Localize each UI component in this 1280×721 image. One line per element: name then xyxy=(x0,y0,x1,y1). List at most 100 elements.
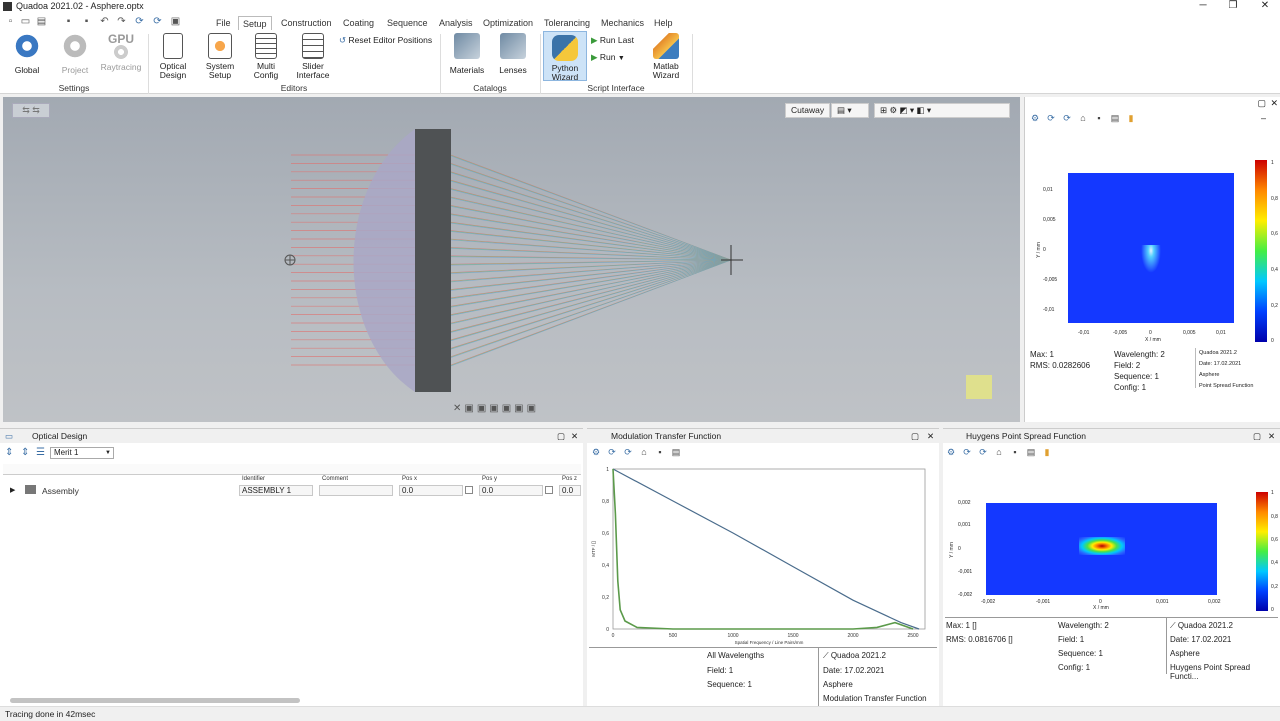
refresh-icon[interactable]: ⟳ xyxy=(134,16,145,27)
tab-setup[interactable]: Setup xyxy=(238,16,272,30)
tab-file[interactable]: File xyxy=(212,16,235,30)
materials-button[interactable]: Materials xyxy=(448,33,486,75)
open-folder-icon[interactable]: ▭ xyxy=(20,16,31,27)
export-icon[interactable]: ▤ xyxy=(1026,447,1036,457)
matlab-wizard-button[interactable]: Matlab Wizard xyxy=(646,33,686,80)
tab-coating[interactable]: Coating xyxy=(339,16,378,30)
minimize-panel-icon[interactable]: – xyxy=(1261,113,1266,123)
posy-var-checkbox[interactable] xyxy=(545,486,553,494)
tab-help[interactable]: Help xyxy=(650,16,677,30)
psf-y-tick: 0,01 xyxy=(1043,187,1053,193)
y-tick-label: 0 xyxy=(606,627,609,633)
global-label: Global xyxy=(14,65,40,75)
restore-button[interactable]: ❐ xyxy=(1218,0,1248,13)
multi-config-button[interactable]: Multi Config xyxy=(248,33,284,80)
run-button[interactable]: ▶ Run ▼ xyxy=(591,52,625,63)
close-panel-icon[interactable]: ✕ xyxy=(1270,98,1278,109)
tab-tolerancing[interactable]: Tolerancing xyxy=(540,16,594,30)
collapse-all-icon[interactable]: ⇕ xyxy=(21,447,29,458)
auto-refresh-icon[interactable]: ⟳ xyxy=(152,16,163,27)
global-settings-button[interactable]: Global xyxy=(8,33,46,75)
colorbar-tick: 1 xyxy=(1271,160,1274,166)
auto-refresh-icon[interactable]: ⟳ xyxy=(978,447,988,457)
save-icon[interactable]: ▪ xyxy=(655,447,665,457)
gpu-raytracing-button[interactable]: GPU Raytracing xyxy=(100,33,142,72)
close-panel-icon[interactable]: ✕ xyxy=(1268,429,1275,443)
psf-heatmap xyxy=(1068,173,1234,323)
recent-files-icon[interactable]: ▤ xyxy=(36,16,47,27)
project-settings-button[interactable]: Project xyxy=(56,33,94,75)
huygens-y-tick: -0,002 xyxy=(958,592,973,598)
ray-segment xyxy=(450,259,732,367)
export-icon[interactable]: ▤ xyxy=(671,447,681,457)
tab-sequence[interactable]: Sequence xyxy=(383,16,432,30)
refresh-icon[interactable]: ⟳ xyxy=(607,447,617,457)
colorbar-tick: 0,4 xyxy=(1271,267,1278,273)
maximize-icon[interactable]: ▢ xyxy=(557,429,565,443)
comment-input[interactable] xyxy=(319,485,393,496)
run-last-button[interactable]: ▶ Run Last xyxy=(591,35,634,46)
colormap-icon[interactable]: ▮ xyxy=(1126,113,1136,123)
redo-icon[interactable]: ↷ xyxy=(116,16,127,27)
refresh-icon[interactable]: ⟳ xyxy=(962,447,972,457)
posx-var-checkbox[interactable] xyxy=(465,486,473,494)
tab-optimization[interactable]: Optimization xyxy=(479,16,537,30)
undo-icon[interactable]: ↶ xyxy=(99,16,110,27)
expand-arrow-icon[interactable]: ▶ xyxy=(10,486,15,494)
home-icon[interactable]: ⌂ xyxy=(1078,113,1088,123)
tab-construction[interactable]: Construction xyxy=(277,16,336,30)
reset-editor-positions-button[interactable]: ↺ Reset Editor Positions xyxy=(339,35,432,46)
save-icon[interactable]: ▪ xyxy=(1094,113,1104,123)
identifier-input[interactable]: ASSEMBLY 1 xyxy=(239,485,313,496)
view-direction-toolbar[interactable]: ✕▣▣▣▣▣▣ xyxy=(453,403,571,417)
tab-analysis[interactable]: Analysis xyxy=(435,16,477,30)
python-wizard-button[interactable]: Python Wizard xyxy=(543,31,587,82)
home-icon[interactable]: ⌂ xyxy=(994,447,1004,457)
new-file-icon[interactable]: ▫ xyxy=(5,16,16,27)
posz-input[interactable]: 0.0 xyxy=(559,485,581,496)
posx-input[interactable]: 0.0 xyxy=(399,485,463,496)
system-label-2: Setup xyxy=(208,70,232,80)
asphere-lens xyxy=(353,129,415,392)
close-panel-icon[interactable]: ✕ xyxy=(927,429,934,443)
x-tick-label: 1500 xyxy=(787,633,798,639)
refresh-icon[interactable]: ⟳ xyxy=(1046,113,1056,123)
close-button[interactable]: ✕ xyxy=(1250,0,1280,13)
system-setup-button[interactable]: System Setup xyxy=(201,33,239,80)
maximize-icon[interactable]: ▢ xyxy=(911,429,919,443)
posy-input[interactable]: 0.0 xyxy=(479,485,543,496)
save-icon[interactable]: ▪ xyxy=(1010,447,1020,457)
slider-interface-button[interactable]: Slider Interface xyxy=(293,33,333,80)
horizontal-scrollbar[interactable] xyxy=(10,698,300,703)
psf-field: Field: 2 xyxy=(1114,361,1141,370)
orientation-cube[interactable] xyxy=(966,375,992,399)
list-icon[interactable]: ☰ xyxy=(36,447,45,458)
mtf-sequence: Sequence: 1 xyxy=(707,680,752,689)
minimize-button[interactable]: ─ xyxy=(1188,0,1218,13)
optical-design-button[interactable]: Optical Design xyxy=(155,33,191,80)
maximize-icon[interactable]: ▢ xyxy=(1257,98,1266,109)
window-layout-icon[interactable]: ▣ xyxy=(170,16,181,27)
expand-all-icon[interactable]: ⇕ xyxy=(5,447,13,458)
layout-3d-viewport[interactable]: ⇆ ⇆ Cutaway ▤ ▾ ⊞ ⚙ ◩ ▾ ◧ ▾ ✕▣▣▣▣▣▣ xyxy=(3,97,1020,422)
merit-select[interactable]: Merit 1 ▼ xyxy=(50,447,114,459)
lenses-button[interactable]: Lenses xyxy=(494,33,532,75)
multi-label-2: Config xyxy=(253,70,279,80)
colormap-icon[interactable]: ▮ xyxy=(1042,447,1052,457)
save-as-icon[interactable]: ▪ xyxy=(81,16,92,27)
psf-panel: ▢ ✕ ⚙ ⟳ ⟳ ⌂ ▪ ▤ ▮ – 1 0,8 0,6 0,4 0,2 0 0,01 0… xyxy=(1024,97,1280,422)
huygens-x-axis-label: X / mm xyxy=(1093,605,1109,611)
export-icon[interactable]: ▤ xyxy=(1110,113,1120,123)
settings-gear-icon[interactable]: ⚙ xyxy=(946,447,956,457)
maximize-icon[interactable]: ▢ xyxy=(1253,429,1261,443)
settings-gear-icon[interactable]: ⚙ xyxy=(591,447,601,457)
close-panel-icon[interactable]: ✕ xyxy=(571,429,578,443)
save-icon[interactable]: ▪ xyxy=(63,16,74,27)
auto-refresh-icon[interactable]: ⟳ xyxy=(623,447,633,457)
colorbar xyxy=(1256,492,1268,611)
chevron-down-icon[interactable]: ▼ xyxy=(618,55,625,62)
settings-gear-icon[interactable]: ⚙ xyxy=(1030,113,1040,123)
home-icon[interactable]: ⌂ xyxy=(639,447,649,457)
auto-refresh-icon[interactable]: ⟳ xyxy=(1062,113,1072,123)
tab-mechanics[interactable]: Mechanics xyxy=(597,16,648,30)
